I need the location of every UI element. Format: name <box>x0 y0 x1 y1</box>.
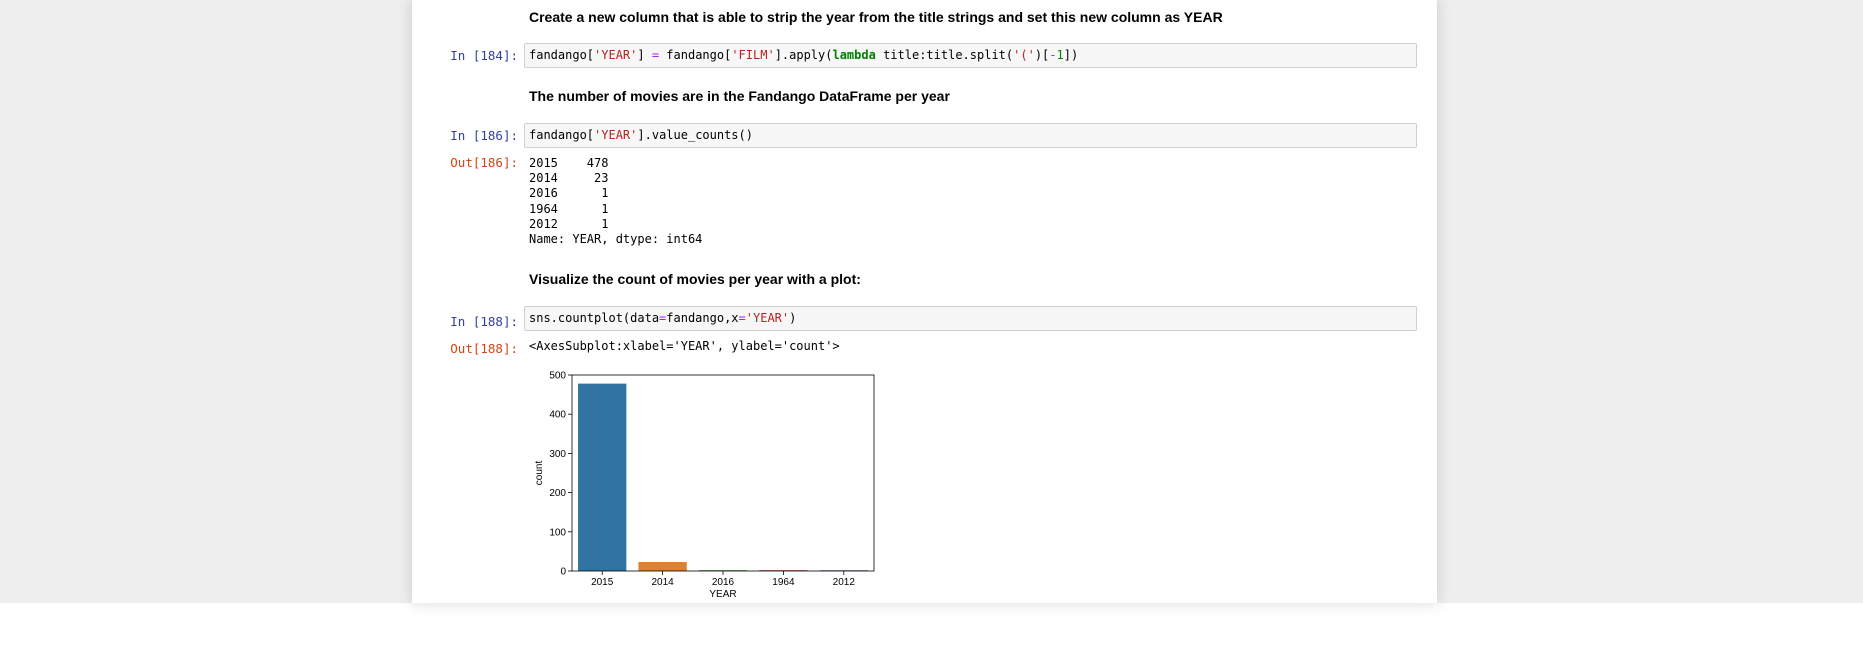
y-tick-label: 400 <box>549 410 566 421</box>
input-prompt-186: In [186]: <box>450 128 518 143</box>
markdown-cell-visualize[interactable]: Visualize the count of movies per year w… <box>529 271 861 287</box>
x-tick-label: 2012 <box>833 577 856 588</box>
markdown-cell-strip-year[interactable]: Create a new column that is able to stri… <box>529 9 1223 25</box>
bar-2014 <box>638 561 687 571</box>
x-tick-label: 1964 <box>772 577 795 588</box>
code-cell-188-editor[interactable]: sns.countplot(data=fandango,x='YEAR') <box>524 306 1417 331</box>
input-prompt-184: In [184]: <box>450 48 518 63</box>
code-token: ]) <box>1063 48 1079 62</box>
output-line: 2016 1 <box>529 186 609 201</box>
code-cell-186-editor[interactable]: fandango['YEAR'].value_counts() <box>524 123 1417 148</box>
y-tick-label: 200 <box>549 488 566 499</box>
x-tick-label: 2016 <box>712 577 735 588</box>
output-line: 1964 1 <box>529 201 609 216</box>
output-prompt-188: Out[188]: <box>450 341 518 356</box>
output-line: 2015 478 <box>529 156 609 170</box>
output-line: Name: YEAR, dtype: int64 <box>529 232 703 247</box>
y-axis-label: count <box>534 461 545 486</box>
code-token: ] <box>637 48 652 62</box>
code-token: ) <box>789 311 797 325</box>
input-prompt-188: In [188]: <box>450 314 518 329</box>
y-tick-label: 100 <box>549 527 566 538</box>
code-token: title:title.split( <box>875 48 1014 62</box>
code-token-string: 'FILM' <box>731 48 775 62</box>
code-token: )[ <box>1034 48 1050 62</box>
code-token: fandango[ <box>529 48 595 62</box>
code-token-string: 'YEAR' <box>745 311 790 325</box>
code-token-string: '(' <box>1013 48 1035 62</box>
output-value-counts: 2015 478 2014 23 2016 1 1964 1 2012 1 Name: Y… <box>529 156 702 247</box>
markdown-cell-movies-per-year[interactable]: The number of movies are in the Fandango… <box>529 88 950 104</box>
bar-2015 <box>578 383 627 571</box>
output-line: 2014 23 <box>529 171 609 186</box>
code-token-number: 1 <box>1056 48 1064 62</box>
code-token-operator: - <box>1049 48 1057 62</box>
code-token-operator: = <box>738 311 746 325</box>
code-token-string: 'YEAR' <box>594 48 638 62</box>
code-token: fandango,x <box>666 311 739 325</box>
y-tick-label: 0 <box>560 567 566 578</box>
output-prompt-186: Out[186]: <box>450 155 518 170</box>
code-token: fandango[ <box>659 48 732 62</box>
code-token-operator: = <box>651 48 660 62</box>
code-cell-184-editor[interactable]: fandango['YEAR'] = fandango['FILM'].appl… <box>524 43 1417 68</box>
code-token: sns.countplot(data <box>529 311 660 325</box>
code-token: ].value_counts() <box>637 128 753 142</box>
x-axis-label: YEAR <box>709 589 736 600</box>
x-tick-label: 2015 <box>591 577 614 588</box>
output-axes-repr: <AxesSubplot:xlabel='YEAR', ylabel='coun… <box>529 339 840 353</box>
output-line: 2012 1 <box>529 216 609 231</box>
code-token: ].apply( <box>774 48 833 62</box>
code-token-keyword: lambda <box>832 48 876 62</box>
y-tick-label: 300 <box>549 449 566 460</box>
code-token-string: 'YEAR' <box>594 128 638 142</box>
y-tick-label: 500 <box>549 371 566 382</box>
x-tick-label: 2014 <box>651 577 674 588</box>
countplot-chart: 0 100 200 300 400 500 2015 2014 2016 1964 2012 YEAR… <box>534 371 875 600</box>
code-token: fandango[ <box>529 128 595 142</box>
